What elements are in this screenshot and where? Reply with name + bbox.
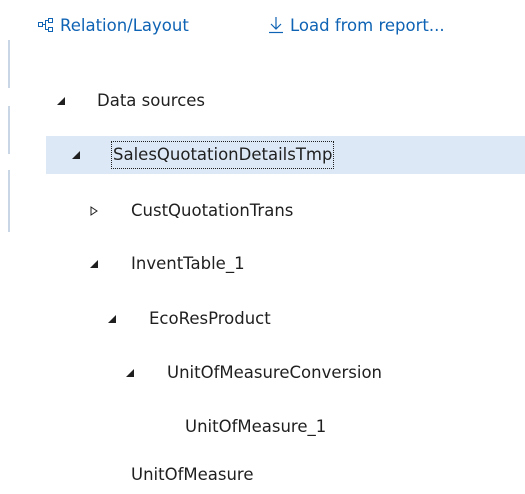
tree-node-label: UnitOfMeasure_1 (185, 417, 327, 436)
relation-layout-label: Relation/Layout (60, 15, 189, 35)
splitter-bar (8, 106, 10, 154)
tree-node-label: SalesQuotationDetailsTmp (110, 141, 335, 169)
tree-node-unitofmeasure-1[interactable]: UnitOfMeasure_1 (46, 408, 525, 446)
toolbar: Relation/Layout Load from report... (0, 0, 525, 56)
tree-node-inventtable-1[interactable]: InventTable_1 (46, 245, 525, 283)
tree-node-label: UnitOfMeasure (131, 465, 254, 484)
tree-node-ecoresproduct[interactable]: EcoResProduct (46, 300, 525, 338)
tree-node-label: UnitOfMeasureConversion (167, 363, 383, 382)
tree-node-salesquotationdetailstmp[interactable]: SalesQuotationDetailsTmp (46, 136, 525, 174)
splitter-bar (8, 40, 10, 88)
tree-node-label: EcoResProduct (149, 309, 271, 328)
tree-node-unitofmeasureconversion[interactable]: UnitOfMeasureConversion (46, 354, 525, 392)
relation-layout-button[interactable]: Relation/Layout (38, 12, 189, 38)
expanded-arrow-icon[interactable] (106, 313, 118, 325)
collapsed-arrow-icon[interactable] (88, 205, 100, 217)
tree-node-label: CustQuotationTrans (131, 201, 294, 220)
expanded-arrow-icon[interactable] (88, 258, 100, 270)
expanded-arrow-icon[interactable] (70, 149, 82, 161)
relation-icon (38, 17, 54, 33)
tree-node-data-sources[interactable]: Data sources (46, 82, 525, 120)
load-from-report-button[interactable]: Load from report... (268, 12, 445, 38)
tree-node-custquotationtrans[interactable]: CustQuotationTrans (46, 192, 525, 230)
tree-node-label: InventTable_1 (131, 254, 245, 273)
expanded-arrow-icon[interactable] (124, 367, 136, 379)
tree-node-unitofmeasure[interactable]: UnitOfMeasure (46, 456, 525, 494)
expanded-arrow-icon[interactable] (55, 95, 67, 107)
load-from-report-label: Load from report... (290, 15, 445, 35)
tree-node-label: Data sources (97, 91, 206, 110)
splitter-bar (8, 170, 10, 232)
download-icon (268, 16, 284, 34)
